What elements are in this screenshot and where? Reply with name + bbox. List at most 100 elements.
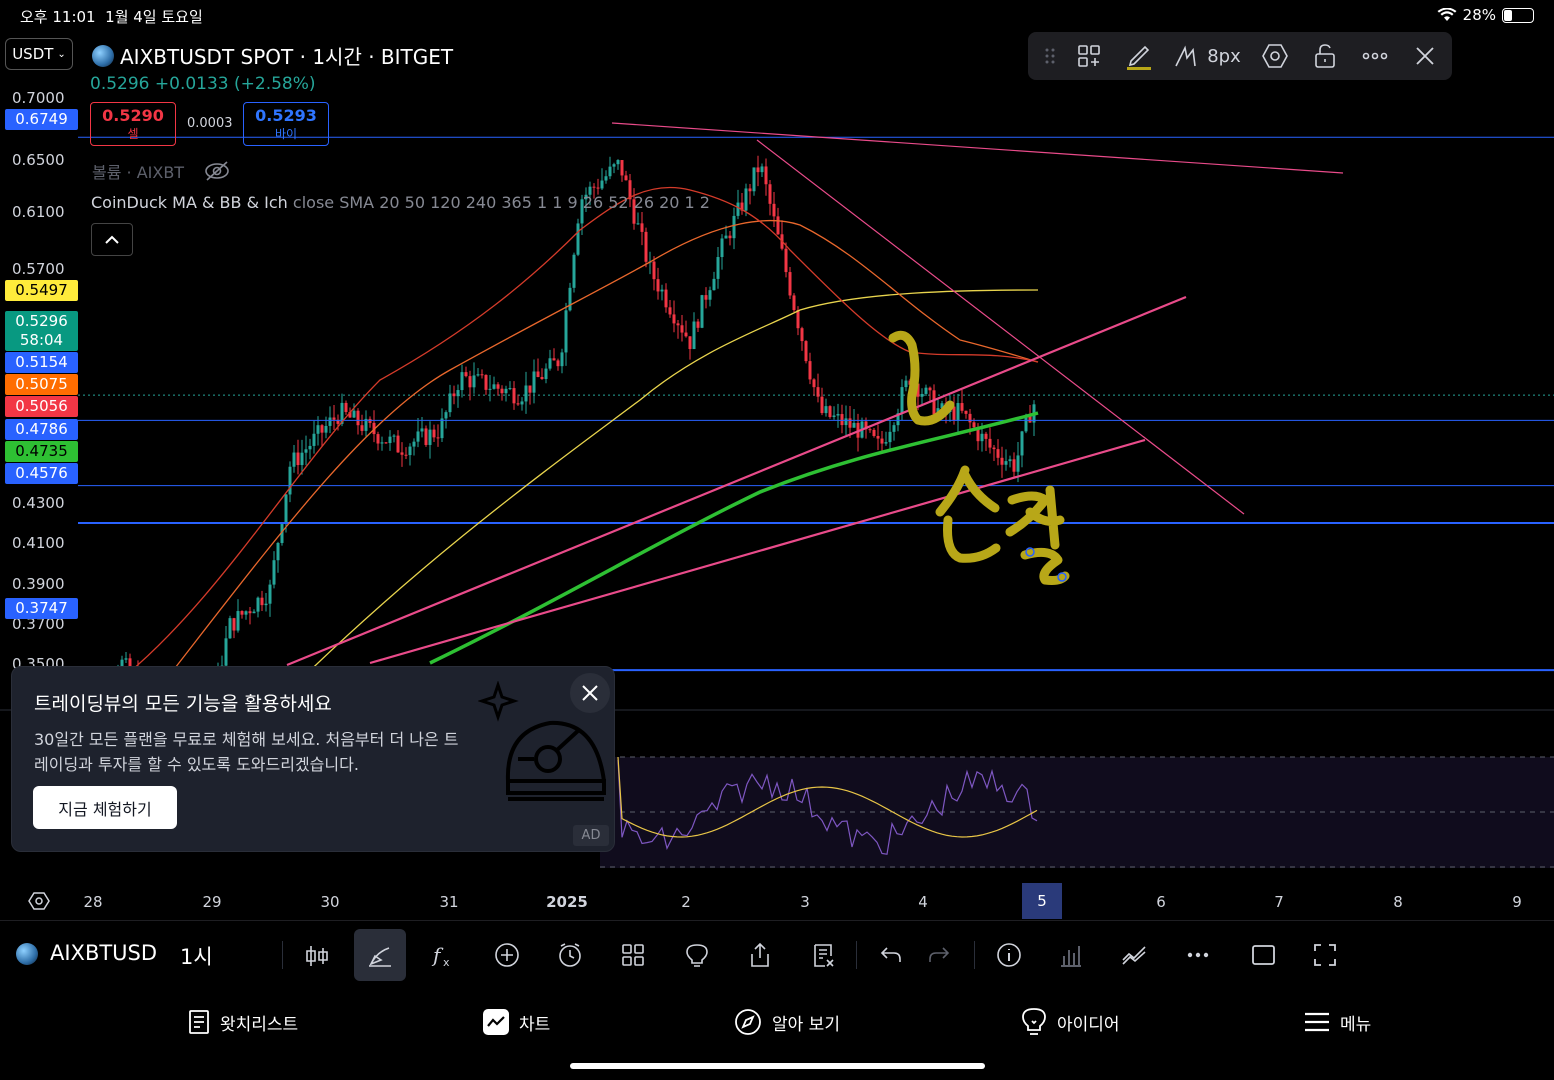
chart-icon [483, 1009, 509, 1035]
time-label: 28 [83, 893, 103, 911]
handwritten-stroke [935, 465, 1001, 563]
bar-countdown: 58:04 [19, 331, 64, 349]
candle-body [800, 328, 804, 342]
tab-explore[interactable]: 알아 보기 [734, 1006, 840, 1038]
candle-body [236, 611, 240, 631]
volume-legend[interactable]: 볼륨 · AIXBT [92, 159, 230, 183]
try-now-button[interactable]: 지금 체험하기 [33, 786, 177, 829]
tab-ideas[interactable]: 아이디어 [1021, 1006, 1120, 1038]
layout-icon[interactable] [610, 935, 656, 975]
symbol-search-button[interactable]: AIXBTUSD [50, 941, 157, 965]
candle-body [952, 406, 956, 421]
candle-body [560, 352, 564, 367]
ma-orange-line [149, 220, 1039, 701]
time-label: 31 [439, 893, 459, 911]
candle-body [692, 321, 696, 350]
candle-body [668, 307, 672, 315]
sell-label: 셀 [127, 127, 139, 141]
candle-body [884, 442, 888, 444]
menu-icon [1305, 1012, 1329, 1032]
lock-icon[interactable] [1300, 32, 1350, 80]
settings-icon[interactable] [1250, 32, 1300, 80]
price-level-badge: 0.6749 [5, 109, 78, 130]
indicators-icon[interactable]: fx [420, 935, 466, 975]
line-width-button[interactable]: 8px [1164, 32, 1250, 80]
candle-body [760, 166, 764, 173]
buy-label: 바이 [274, 127, 298, 141]
compare-icon[interactable] [1111, 935, 1157, 975]
currency-select[interactable]: USDT ⌄ [5, 38, 73, 70]
settings-icon[interactable] [28, 891, 50, 915]
speedometer-illustration-icon [478, 681, 606, 801]
tab-menu[interactable]: 메뉴 [1304, 1006, 1371, 1038]
ideas-icon[interactable] [674, 935, 720, 975]
fullscreen-icon[interactable] [1302, 935, 1348, 975]
drag-handle-icon[interactable] [1036, 32, 1064, 80]
share-icon[interactable] [737, 935, 783, 975]
candle-body [672, 314, 676, 324]
alert-icon[interactable] [547, 935, 593, 975]
symbol-title[interactable]: AIXBTUSDT SPOT · 1시간 · BITGET [92, 41, 453, 70]
undo-icon[interactable] [868, 935, 914, 975]
candle-body [608, 166, 612, 177]
candle-body [288, 466, 292, 495]
price-level-badge: 0.5154 [5, 352, 78, 373]
price-level-badge: 0.5075 [5, 374, 78, 395]
rectangle-icon[interactable] [1240, 935, 1286, 975]
candle-body [708, 290, 712, 300]
price-level-badge: 0.5056 [5, 396, 78, 417]
candle-type-icon[interactable] [294, 935, 340, 975]
tab-watchlist[interactable]: 왓치리스트 [188, 1006, 298, 1038]
close-icon[interactable] [1400, 32, 1450, 80]
price-tick: 0.6100 [12, 203, 65, 221]
tab-chart[interactable]: 차트 [483, 1006, 550, 1038]
candle-body [920, 393, 924, 397]
price-tick: 0.6500 [12, 151, 65, 169]
candle-body [356, 410, 360, 426]
buy-button[interactable]: 0.5293 바이 [243, 102, 329, 146]
candle-body [504, 388, 508, 394]
sell-button[interactable]: 0.5290 셀 [90, 102, 176, 146]
time-axis[interactable]: 28 29 30 31 2025 2 3 4 5 6 7 8 9 [0, 883, 1554, 919]
candle-body [832, 415, 836, 418]
candle-body [744, 188, 748, 211]
drawing-tools-icon[interactable] [354, 929, 406, 981]
candle-body [416, 431, 420, 442]
candle-body [956, 403, 960, 421]
candle-body [424, 428, 428, 445]
battery-percent: 28% [1462, 6, 1496, 24]
candle-body [660, 289, 664, 292]
candle-body [988, 438, 992, 448]
volume-icon[interactable] [1048, 935, 1094, 975]
candle-body [444, 412, 448, 419]
candle-body [260, 597, 264, 606]
interval-button[interactable]: 1시 [180, 941, 213, 971]
add-to-favorites-icon[interactable] [1064, 32, 1114, 80]
trade-list-icon[interactable] [801, 935, 847, 975]
candle-body [836, 414, 840, 416]
more-icon[interactable] [1175, 935, 1221, 975]
candle-body [904, 380, 908, 388]
handwritten-stroke [1005, 485, 1070, 585]
candle-body [664, 289, 668, 308]
promo-title: 트레이딩뷰의 모든 기능을 활용하세요 [34, 693, 332, 715]
indicator-legend[interactable]: CoinDuck MA & BB & Ich close SMA 20 50 1… [91, 193, 710, 212]
pencil-icon[interactable] [1114, 32, 1164, 80]
candle-body [384, 442, 388, 444]
candle-body [960, 403, 964, 411]
candle-body [456, 390, 460, 397]
redo-icon[interactable] [916, 935, 962, 975]
symbol-title-text: AIXBTUSDT SPOT · 1시간 · BITGET [120, 45, 454, 69]
candle-body [312, 433, 316, 446]
svg-text:x: x [443, 956, 450, 968]
candle-body [752, 167, 756, 192]
add-icon[interactable] [484, 935, 530, 975]
candle-body [224, 638, 228, 666]
candle-body [820, 396, 824, 414]
candle-body [996, 449, 1000, 458]
collapse-legend-button[interactable] [91, 223, 133, 256]
eye-hidden-icon[interactable] [204, 160, 230, 182]
candle-body [272, 560, 276, 585]
more-icon[interactable] [1350, 32, 1400, 80]
info-icon[interactable] [986, 935, 1032, 975]
